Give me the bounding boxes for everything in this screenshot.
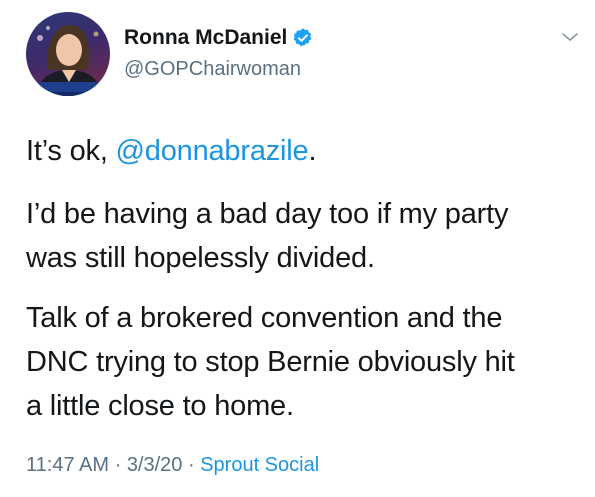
author-name[interactable]: Ronna McDaniel	[124, 25, 287, 51]
tweet-card: Ronna McDaniel @GOPChairwoman It’s ok, @…	[0, 0, 595, 497]
tweet-source-link[interactable]: Sprout Social	[200, 454, 319, 476]
meta-separator: ·	[109, 454, 127, 476]
tweet-text: It’s ok,	[26, 135, 116, 167]
author-name-row: Ronna McDaniel	[124, 25, 314, 51]
tweet-meta: 11:47 AM · 3/3/20 · Sprout Social	[26, 452, 319, 478]
tweet-text-line-3: was still hopelessly divided.	[26, 242, 375, 274]
tweet-date[interactable]: 3/3/20	[127, 454, 183, 476]
tweet-text-line-1: It’s ok, @donnabrazile.	[26, 129, 317, 173]
tweet-text-line-4: Talk of a brokered convention and the	[26, 302, 503, 334]
tweet-text-line-2: I’d be having a bad day too if my party	[26, 198, 509, 230]
mention-link[interactable]: @donnabrazile	[116, 135, 309, 167]
verified-badge-icon	[292, 27, 314, 49]
author-handle[interactable]: @GOPChairwoman	[124, 57, 301, 81]
tweet-time[interactable]: 11:47 AM	[26, 454, 109, 476]
chevron-down-icon[interactable]	[560, 30, 580, 44]
meta-separator: ·	[182, 454, 201, 476]
avatar[interactable]	[26, 12, 110, 96]
tweet-text: .	[308, 135, 317, 167]
tweet-text-line-6: a little close to home.	[26, 390, 294, 422]
avatar-image	[26, 24, 110, 96]
tweet-text-line-5: DNC trying to stop Bernie obviously hit	[26, 346, 515, 378]
